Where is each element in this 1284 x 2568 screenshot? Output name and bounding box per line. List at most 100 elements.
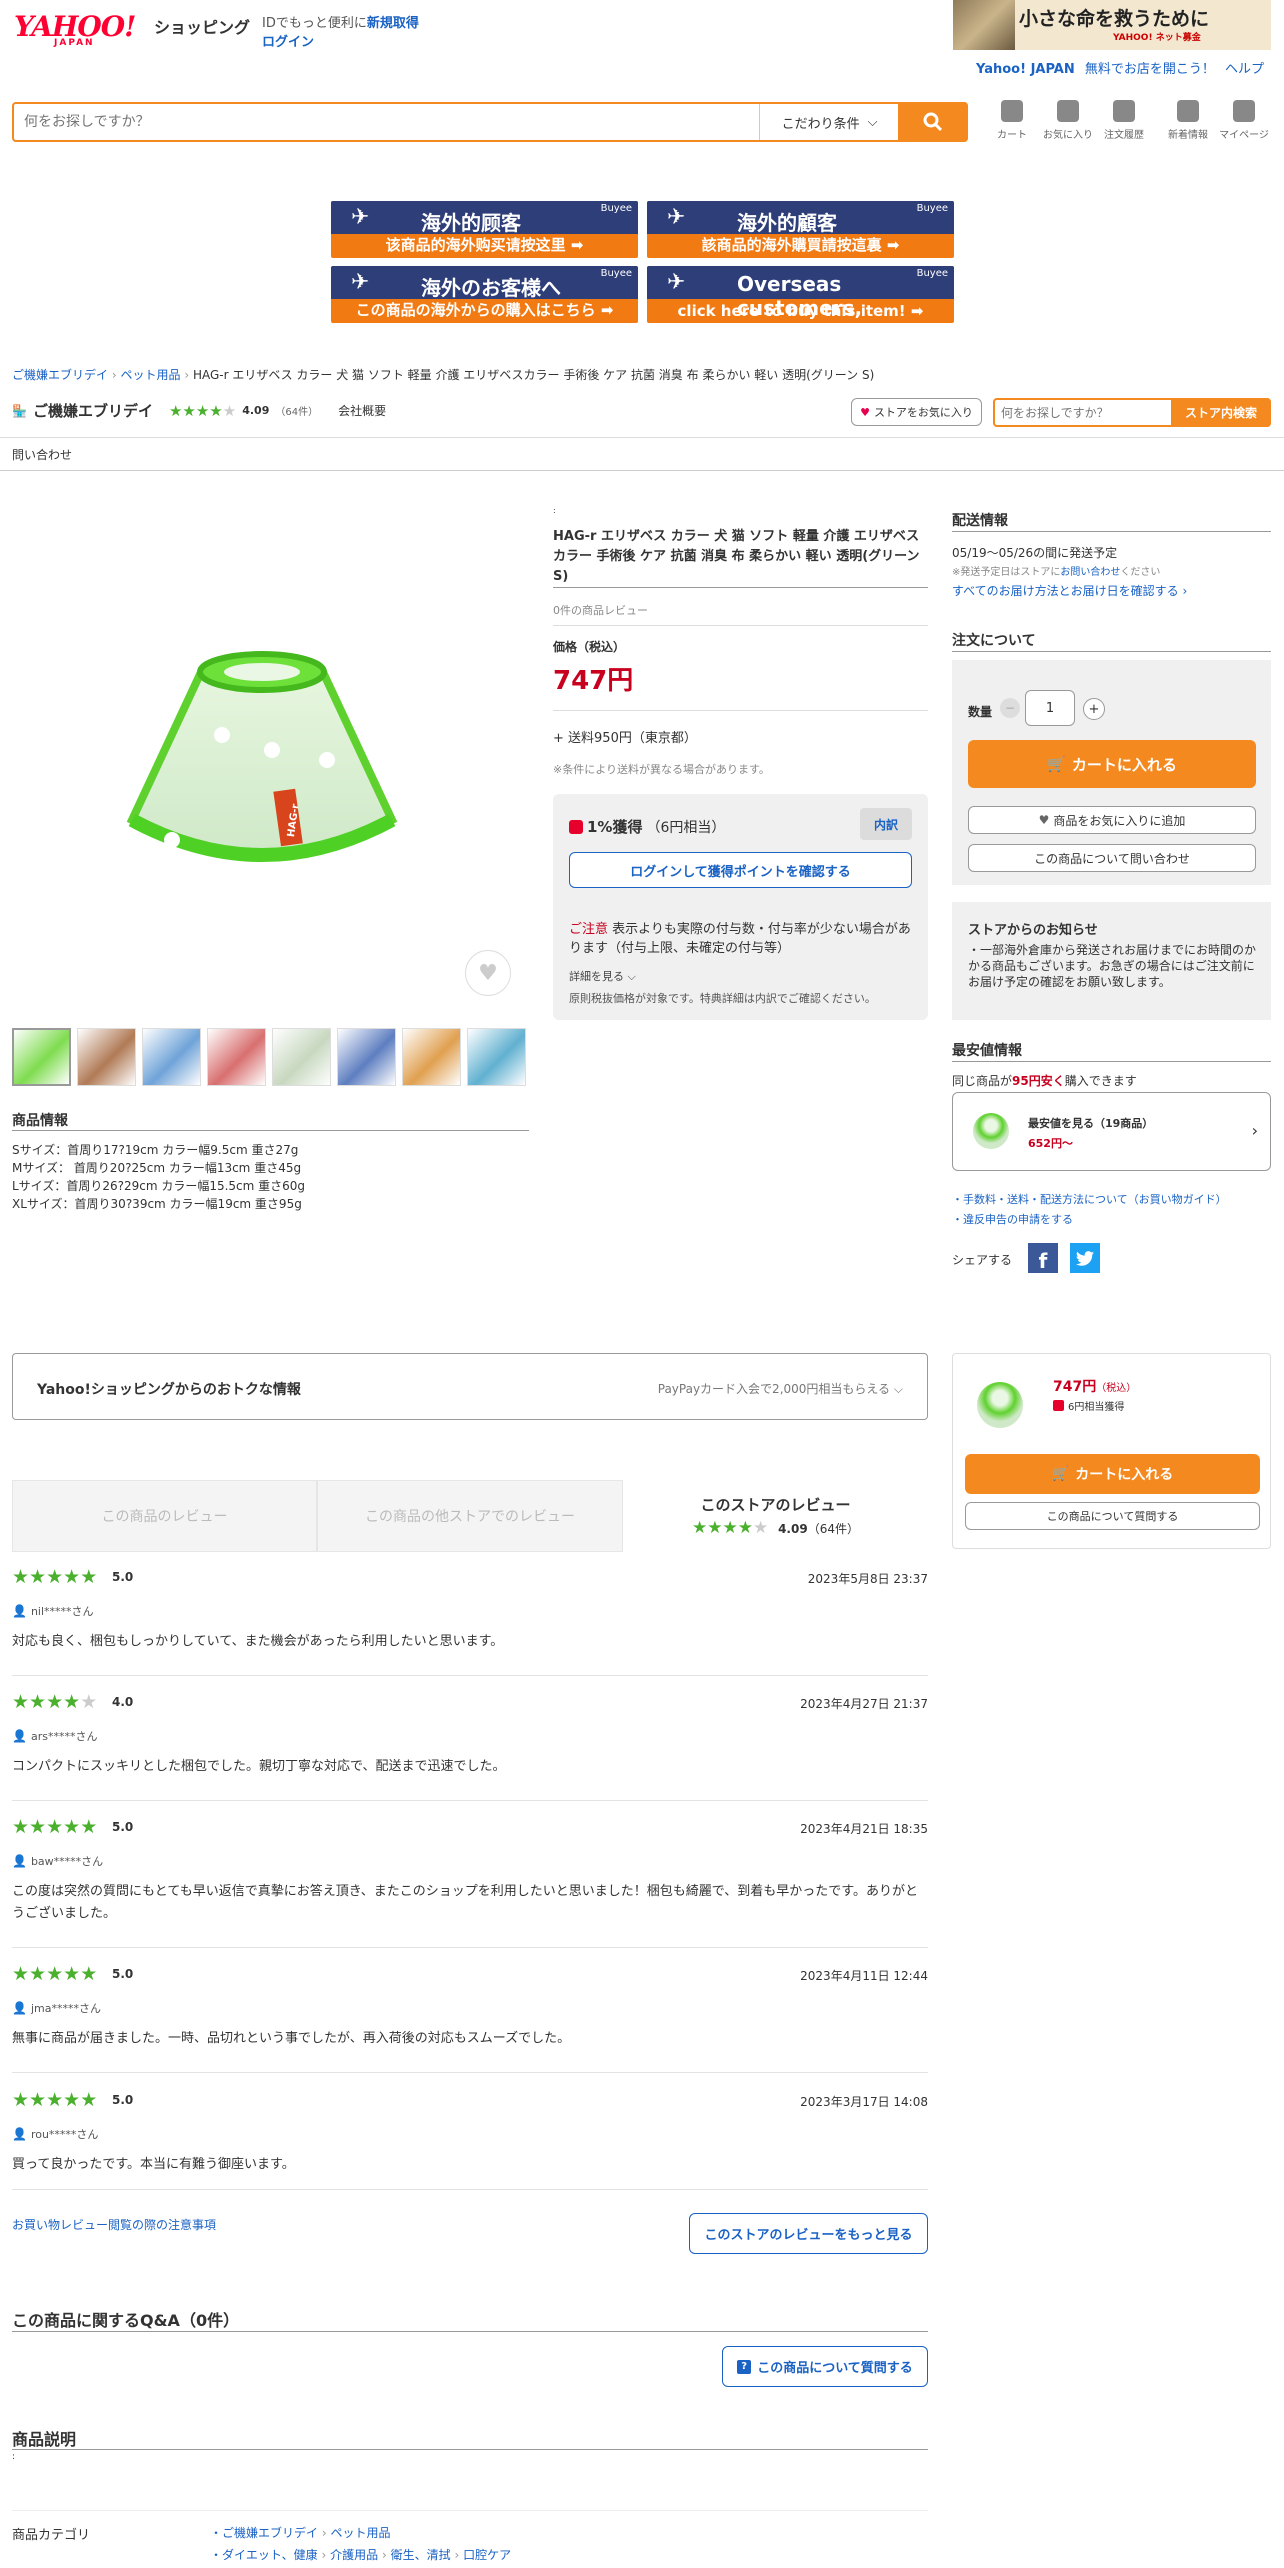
donation-ad[interactable]: 小さな命を救うために YAHOO! ネット募金 <box>953 0 1271 50</box>
product-thumbnail[interactable] <box>77 1028 136 1086</box>
review-score: 4.0 <box>112 1695 134 1709</box>
buyee-banner[interactable]: ✈ Buyee 海外的顧客 該商品的海外購買請按這裏 ➡ <box>647 201 954 258</box>
nav-yen-history[interactable]: 注文履歴 <box>1096 100 1152 141</box>
open-store-link[interactable]: 無料でお店を開こう！ <box>1085 62 1215 77</box>
chevron-down-icon: ⌵ <box>893 1382 903 1396</box>
shopping-logo[interactable]: ショッピング <box>154 14 250 38</box>
product-thumbnail[interactable] <box>142 1028 201 1086</box>
review-user: 👤 jma*****さん <box>12 2001 101 2015</box>
buyee-banner[interactable]: ✈ Buyee 海外のお客様へ この商品の海外からの購入はこちら ➡ <box>331 266 638 323</box>
nav-heart[interactable]: お気に入り <box>1040 100 1096 141</box>
search-icon <box>923 112 943 132</box>
sticky-ask-button[interactable]: この商品について質問する <box>965 1502 1260 1530</box>
guide-link[interactable]: 手数料・送料・配送方法について（お買い物ガイド） <box>963 1193 1227 1206</box>
breadcrumb-category[interactable]: ペット用品 <box>120 368 180 382</box>
store-name[interactable]: ご機嫌エブリデイ <box>33 400 153 421</box>
store-contact-link[interactable]: 問い合わせ <box>12 446 72 463</box>
banner-title: 海外的顾客 <box>421 211 521 235</box>
qa-ask-button[interactable]: ? この商品について質問する <box>722 2346 928 2387</box>
review-notes-link[interactable]: お買い物レビュー閲覧の際の注意事項 <box>12 2216 216 2233</box>
delivery-note-prefix: ※発送予定日はストアに <box>952 567 1061 578</box>
nav-cart[interactable]: カート <box>984 100 1040 141</box>
category-link[interactable]: ご機嫌エブリデイ <box>222 2526 318 2540</box>
search-input[interactable] <box>24 110 744 134</box>
lowest-price-box[interactable]: 最安値を見る（19商品） 652円〜 › <box>952 1092 1271 1171</box>
add-favorite-button[interactable]: ♥ 商品をお気に入りに追加 <box>968 806 1256 834</box>
banner-sub: 該商品的海外購買請按這裏 ➡ <box>701 236 900 254</box>
product-thumbnail[interactable] <box>402 1028 461 1086</box>
airplane-icon: ✈ <box>667 205 686 230</box>
breadcrumb-store[interactable]: ご機嫌エブリデイ <box>12 368 108 382</box>
heart-icon: ♥ <box>1038 813 1050 827</box>
review-item: ★★★★★ 5.0 2023年4月11日 12:44 👤 jma*****さん 無事に商品… <box>12 1964 928 2073</box>
store-fav-button[interactable]: ♥ ストアをお気に入り <box>851 398 982 426</box>
twitter-icon[interactable] <box>1070 1243 1100 1273</box>
qty-input[interactable]: 1 <box>1025 690 1075 726</box>
facebook-icon[interactable]: f <box>1028 1243 1058 1273</box>
qty-minus-button[interactable]: − <box>1000 698 1020 718</box>
notice-title: ストアからのお知らせ <box>968 923 1098 938</box>
product-main-image[interactable]: HAG-r <box>112 640 412 900</box>
review-text: この度は突然の質問にもとても早い返信で真摯にお答え頂き、またこのショップを利用し… <box>12 1884 918 1921</box>
product-thumbnail[interactable] <box>337 1028 396 1086</box>
qty-plus-button[interactable]: + <box>1083 698 1105 720</box>
login-points-button[interactable]: ログインして獲得ポイントを確認する <box>569 852 912 888</box>
product-thumbnail[interactable] <box>467 1028 526 1086</box>
review-text: コンパクトにスッキリとした梱包でした。親切丁寧な対応で、配送まで迅速でした。 <box>12 1759 506 1774</box>
add-to-cart-button[interactable]: 🛒 カートに入れる <box>968 740 1256 788</box>
info-line: Mサイズ： 首周り20?25cm カラー幅13cm 重さ45g <box>12 1161 302 1175</box>
nav-label: お気に入り <box>1043 130 1093 141</box>
more-reviews-button[interactable]: このストアのレビューをもっと見る <box>689 2213 928 2254</box>
signup-link[interactable]: 新規取得 <box>367 16 419 31</box>
user-icon: 👤 <box>12 1604 27 1618</box>
promo-bar[interactable]: Yahoo!ショッピングからのおトクな情報 PayPayカード入会で2,000円… <box>12 1353 928 1420</box>
promo-right: PayPayカード入会で2,000円相当もらえる ⌵ <box>657 1382 903 1396</box>
category-link[interactable]: 介護用品 <box>330 2548 378 2562</box>
company-link[interactable]: 会社概要 <box>338 402 386 419</box>
nav-label: カート <box>997 130 1027 141</box>
product-review-count[interactable]: 0件の商品レビュー <box>553 602 648 618</box>
nav-person[interactable]: マイページ <box>1216 100 1272 141</box>
tab-other-store-reviews[interactable]: この商品の他ストアでのレビュー <box>317 1480 623 1552</box>
ad-sub: YAHOO! ネット募金 <box>1113 33 1201 43</box>
details-link[interactable]: 詳細を見る ⌵ <box>569 968 636 984</box>
review-text: 無事に商品が届きました。一時、品切れという事でしたが、再入荷後の対応もスムーズで… <box>12 2031 571 2046</box>
yahoo-logo[interactable]: YAHOO! JAPAN <box>14 10 154 50</box>
sticky-cart-button[interactable]: 🛒 カートに入れる <box>965 1454 1260 1494</box>
all-delivery-link[interactable]: すべてのお届け方法とお届け日を確認する › <box>952 582 1187 599</box>
banner-sub: click here to buy this item! ➡ <box>677 302 924 320</box>
search-button[interactable] <box>898 102 968 142</box>
filter-dropdown[interactable]: こだわり条件 ⌵ <box>759 104 899 140</box>
tab-item-reviews[interactable]: この商品のレビュー <box>12 1480 317 1552</box>
tab-store-reviews[interactable]: このストアのレビュー ★★★★★ 4.09（64件） <box>623 1480 928 1552</box>
report-link[interactable]: 違反申告の申請をする <box>963 1213 1073 1226</box>
image-fav-button[interactable]: ♥ <box>465 950 511 996</box>
category-link[interactable]: ダイエット、健康 <box>222 2548 318 2562</box>
review-stars: ★★★★★ <box>12 1816 98 1838</box>
buyee-banner[interactable]: ✈ Buyee 海外的顾客 该商品的海外购买请按这里 ➡ <box>331 201 638 258</box>
breadcrumb-current: HAG-r エリザベス カラー 犬 猫 ソフト 軽量 介護 エリザベスカラー 手… <box>192 368 875 382</box>
nav-bell[interactable]: 新着情報 <box>1160 100 1216 141</box>
store-icon: 🏪 <box>12 403 27 418</box>
product-thumbnail[interactable] <box>207 1028 266 1086</box>
store-search-input[interactable] <box>1001 403 1161 422</box>
category-link[interactable]: ペット用品 <box>331 2526 391 2540</box>
category-link[interactable]: 衛生、清拭 <box>391 2548 451 2562</box>
info-line: XLサイズ：首周り30?39cm カラー幅19cm 重さ95g <box>12 1197 302 1211</box>
review-user: 👤 ars*****さん <box>12 1729 98 1743</box>
buyee-banner[interactable]: ✈ Buyee Overseas customers, click here to b… <box>647 266 954 323</box>
points-breakdown-tag[interactable]: 内訳 <box>860 808 912 840</box>
store-search-button[interactable]: ストア内検索 <box>1171 398 1271 427</box>
help-link[interactable]: ヘルプ <box>1225 62 1264 77</box>
store-stars: ★★★★★ <box>168 401 237 420</box>
category-link[interactable]: 口腔ケア <box>463 2548 511 2562</box>
review-item: ★★★★★ 5.0 2023年5月8日 23:37 👤 nil*****さん 対応も良く、… <box>12 1567 928 1676</box>
delivery-contact-link[interactable]: お問い合わせ <box>1060 567 1120 578</box>
small-dot: : <box>553 506 556 515</box>
login-link[interactable]: ログイン <box>262 35 314 50</box>
chevron-right-icon: › <box>1251 1121 1258 1140</box>
yahoo-japan-link[interactable]: Yahoo! JAPAN <box>976 62 1075 77</box>
product-thumbnail[interactable] <box>12 1028 71 1086</box>
product-thumbnail[interactable] <box>272 1028 331 1086</box>
inquiry-button[interactable]: この商品について問い合わせ <box>968 844 1256 872</box>
